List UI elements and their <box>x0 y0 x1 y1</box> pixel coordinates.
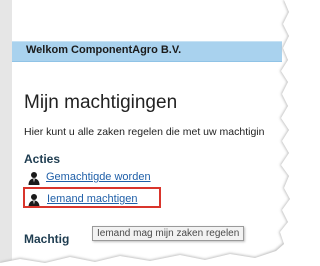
torn-edge-overlay <box>0 0 297 266</box>
screenshot-page: Welkom ComponentAgro B.V. Mijn machtigin… <box>0 0 297 266</box>
